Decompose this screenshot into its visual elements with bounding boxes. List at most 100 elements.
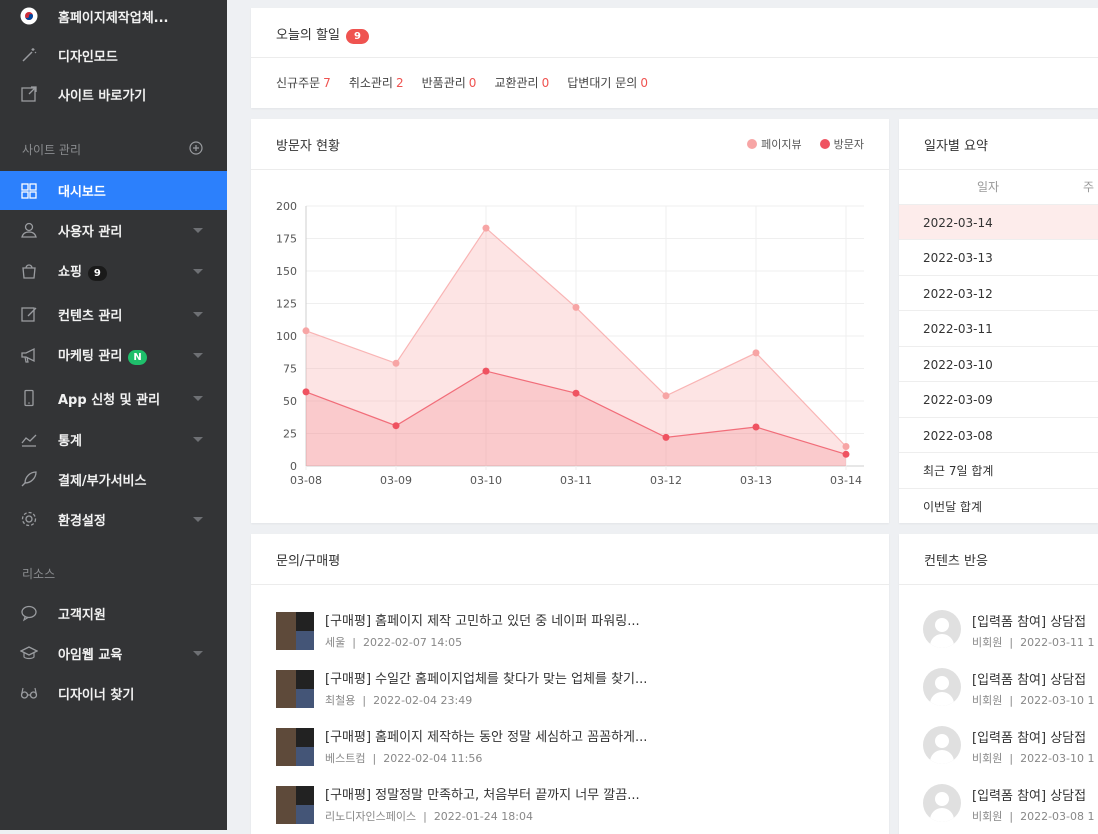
sidebar-item-settings[interactable]: 환경설정 — [0, 499, 227, 539]
sidebar-item-users[interactable]: 사용자 관리 — [0, 210, 227, 250]
y-tick-label: 200 — [276, 200, 297, 213]
goto-site-label: 사이트 바로가기 — [58, 88, 147, 104]
stat-cancels[interactable]: 취소관리 2 — [349, 74, 404, 91]
resources-header: 리소스 — [22, 567, 56, 581]
legend-pageview[interactable]: 페이지뷰 — [761, 136, 801, 152]
avatar — [923, 668, 961, 706]
data-point — [842, 450, 850, 458]
today-count-badge: 9 — [345, 29, 369, 44]
stat-returns[interactable]: 반품관리 0 — [422, 74, 477, 91]
sidebar-item-dashboard[interactable]: 대시보드 — [0, 171, 227, 210]
sidebar-item-marketing[interactable]: 마케팅 관리 N — [0, 335, 227, 375]
table-row: 2022-03-09 — [899, 381, 1098, 417]
y-tick-label: 75 — [283, 363, 297, 376]
list-item[interactable]: [구매평] 수일간 홈페이지업체를 찾다가 맞는 업체를 찾기... 최철용 |… — [276, 668, 876, 713]
table-row: 2022-03-14 — [899, 204, 1098, 240]
review-thumbnail — [276, 728, 314, 766]
table-row: 2022-03-08 — [899, 417, 1098, 453]
reaction-title[interactable]: [입력폼 참여] 상담접 — [972, 611, 1086, 630]
daily-summary-card: 일자별 요약 일자 주 2022-03-14 2022-03-13 2022-0… — [899, 119, 1098, 523]
sidebar-item-app[interactable]: App 신청 및 관리 — [0, 378, 227, 418]
reactions-title: 컨텐츠 반응 — [924, 554, 988, 569]
data-point — [752, 423, 760, 431]
review-title: [구매평] 홈페이지 제작 고민하고 있던 중 네이퍼 파워링... — [325, 614, 640, 629]
design-mode-label: 디자인모드 — [58, 49, 118, 65]
chevron-down-icon — [193, 228, 203, 233]
list-item[interactable]: [구매평] 정말정말 만족하고, 처음부터 끝까지 너무 깔끔... 리노디자인… — [276, 784, 876, 829]
stat-value: 0 — [541, 76, 550, 90]
meta-separator: | — [1009, 810, 1014, 823]
chevron-down-icon — [193, 437, 203, 442]
stat-exchanges[interactable]: 교환관리 0 — [494, 74, 549, 91]
sidebar-item-label: 결제/부가서비스 — [58, 473, 147, 489]
reaction-title[interactable]: [입력폼 참여] 상담접 — [972, 785, 1086, 804]
site-switcher[interactable]: 홈페이지제작업체... — [0, 0, 227, 36]
data-point — [572, 389, 580, 397]
list-item[interactable]: [구매평] 홈페이지 제작 고민하고 있던 중 네이퍼 파워링... 세울 | … — [276, 610, 876, 655]
reaction-title[interactable]: [입력폼 참여] 상담접 — [972, 727, 1086, 746]
sidebar-item-content[interactable]: 컨텐츠 관리 — [0, 294, 227, 334]
reviews-card: 문의/구매평 [구매평] 홈페이지 제작 고민하고 있던 중 네이퍼 파워링..… — [251, 534, 889, 834]
legend-visitor[interactable]: 방문자 — [834, 136, 864, 152]
sidebar-item-payment[interactable]: 결제/부가서비스 — [0, 459, 227, 499]
sidebar-item-support[interactable]: 고객지원 — [0, 593, 227, 633]
review-title: [구매평] 수일간 홈페이지업체를 찾다가 맞는 업체를 찾기... — [325, 672, 648, 687]
sidebar-item-label: App 신청 및 관리 — [58, 392, 161, 408]
mobile-icon — [20, 389, 38, 407]
data-point — [302, 327, 310, 335]
x-tick-label: 03-11 — [560, 474, 592, 487]
list-item[interactable]: [구매평] 홈페이지 제작하는 동안 정말 세심하고 꼼꼼하게... 베스트컴 … — [276, 726, 876, 771]
review-title: [구매평] 정말정말 만족하고, 처음부터 끝까지 너무 깔끔... — [325, 788, 640, 803]
gear-icon — [20, 510, 38, 528]
reaction-meta: 비회원 | 2022-03-08 1 — [972, 808, 1095, 824]
sidebar-item-stats[interactable]: 통계 — [0, 419, 227, 459]
reaction-meta: 비회원 | 2022-03-11 1 — [972, 634, 1095, 650]
y-tick-label: 0 — [290, 460, 297, 473]
chevron-down-icon — [193, 269, 203, 274]
reaction-author: 비회원 — [972, 810, 1003, 823]
data-point — [392, 422, 400, 430]
sidebar-item-designer[interactable]: 디자이너 찾기 — [0, 673, 227, 713]
add-site-icon[interactable] — [189, 140, 203, 155]
row-date: 2022-03-14 — [923, 215, 993, 230]
reaction-author: 비회원 — [972, 752, 1003, 765]
table-row: 2022-03-12 — [899, 275, 1098, 311]
legend-swatch-pageview — [747, 139, 758, 149]
table-row: 최근 7일 합계 — [899, 452, 1098, 488]
x-tick-label: 03-14 — [830, 474, 862, 487]
avatar — [923, 726, 961, 764]
sidebar-item-label: 고객지원 — [58, 607, 106, 623]
goto-site-link[interactable]: 사이트 바로가기 — [0, 74, 227, 114]
x-tick-label: 03-10 — [470, 474, 502, 487]
y-tick-label: 125 — [276, 298, 297, 311]
shopping-count-badge: 9 — [87, 266, 107, 281]
meta-separator: | — [1009, 694, 1014, 707]
stat-value: 0 — [640, 76, 648, 90]
today-tasks-card: 오늘의 할일 9 신규주문 7 취소관리 2 반품관리 0 교환관리 0 답변대기 문의 0 — [251, 8, 1098, 108]
design-mode-link[interactable]: 디자인모드 — [0, 35, 227, 75]
stat-new-orders[interactable]: 신규주문 7 — [276, 74, 331, 91]
x-tick-label: 03-12 — [650, 474, 682, 487]
glasses-icon — [20, 684, 38, 702]
sidebar-item-shopping[interactable]: 쇼핑 9 — [0, 251, 227, 291]
reaction-title[interactable]: [입력폼 참여] 상담접 — [972, 669, 1086, 688]
review-date: 2022-02-04 23:49 — [373, 694, 473, 707]
review-author: 최철용 — [325, 694, 356, 707]
row-date: 2022-03-09 — [923, 392, 993, 407]
daily-table-header: 일자 주 — [899, 169, 1098, 205]
visitors-chart: 0 25 50 75 100 125 150 175 200 03-08 03-09 03-10 03-… — [276, 200, 864, 487]
sidebar-item-label: 환경설정 — [58, 513, 106, 529]
graduation-icon — [20, 644, 38, 662]
review-author: 세울 — [325, 636, 346, 649]
chevron-down-icon — [193, 353, 203, 358]
avatar — [923, 784, 961, 822]
shopping-bag-icon — [20, 262, 38, 280]
stat-value: 2 — [395, 76, 404, 90]
sidebar-item-label: 아임웹 교육 — [58, 647, 123, 663]
content-reactions-card: 컨텐츠 반응 [입력폼 참여] 상담접 비회원 | 2022-03-11 1 [… — [899, 534, 1098, 834]
stat-pending-inquiries[interactable]: 답변대기 문의 0 — [567, 74, 648, 91]
site-name: 홈페이지제작업체... — [58, 10, 169, 26]
site-management-header: 사이트 관리 — [22, 143, 82, 157]
y-tick-label: 100 — [276, 330, 297, 343]
sidebar-item-education[interactable]: 아임웹 교육 — [0, 633, 227, 673]
